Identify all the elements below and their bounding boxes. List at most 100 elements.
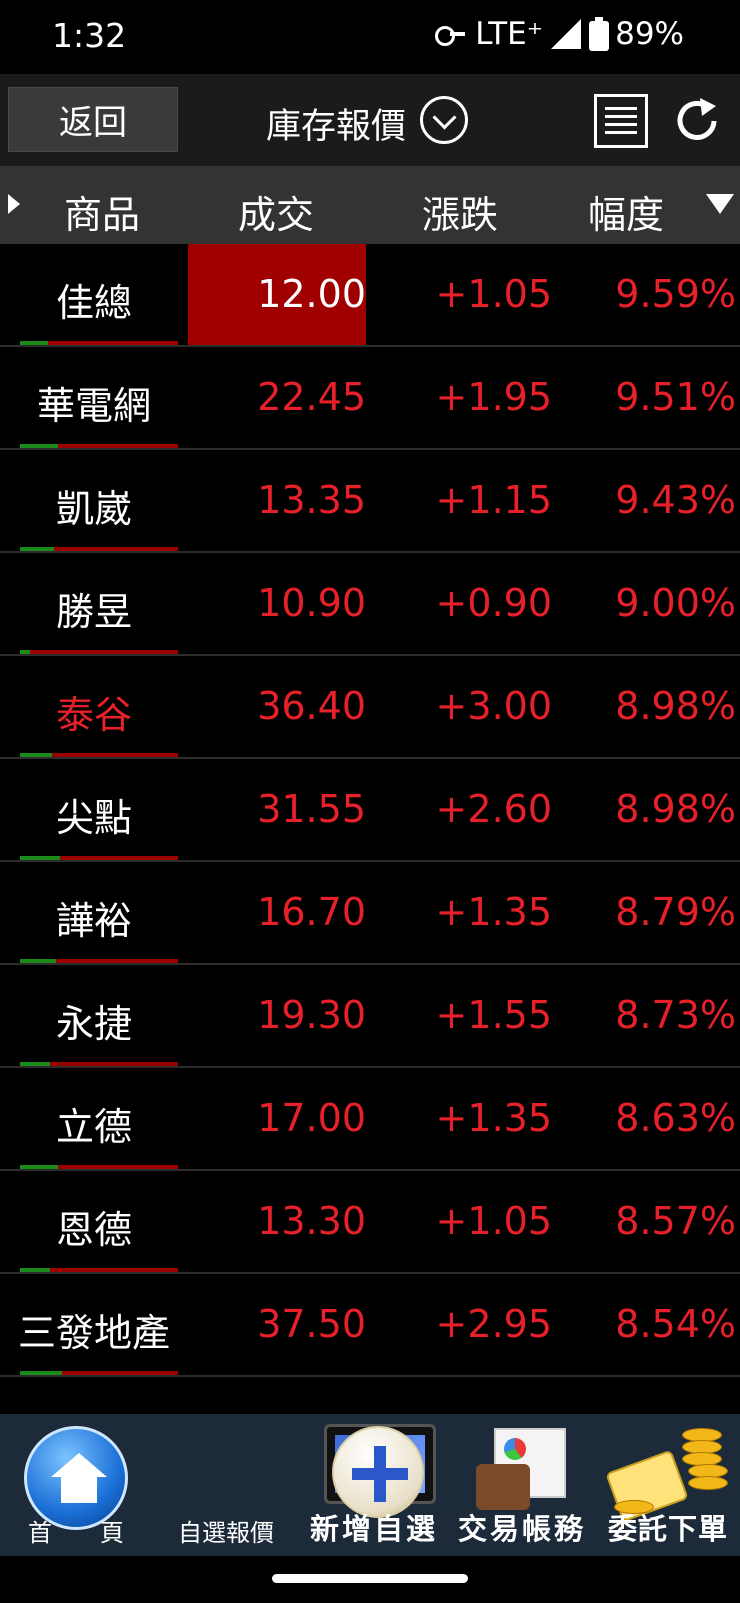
stock-change: +1.35 — [435, 890, 552, 934]
stock-price: 13.35 — [257, 478, 366, 522]
wallet-report-icon — [476, 1424, 572, 1514]
stock-change: +1.35 — [435, 1096, 552, 1140]
volume-ratio-bar — [20, 753, 178, 757]
stock-percent: 8.54% — [615, 1302, 736, 1346]
page-title[interactable]: 庫存報價 — [266, 98, 406, 149]
refresh-icon[interactable] — [670, 94, 724, 148]
stock-price: 10.90 — [257, 581, 366, 625]
stock-percent: 9.43% — [615, 478, 736, 522]
table-row[interactable]: 泰谷 36.40 +3.00 8.98% — [0, 656, 740, 759]
nav-home-label: 首 頁 — [28, 1519, 124, 1547]
volume-ratio-bar — [20, 1371, 178, 1375]
table-row[interactable]: 永捷 19.30 +1.55 8.73% — [0, 965, 740, 1068]
sort-down-icon[interactable] — [706, 194, 734, 214]
plus-icon — [332, 1426, 424, 1518]
stock-percent: 8.79% — [615, 890, 736, 934]
volume-ratio-bar — [20, 856, 178, 860]
stock-change: +1.55 — [435, 993, 552, 1037]
stock-price: 36.40 — [257, 684, 366, 728]
nav-watchlist[interactable]: 自選報價 — [152, 1414, 436, 1556]
column-name[interactable]: 商品 — [64, 184, 140, 239]
back-button[interactable]: 返回 — [8, 87, 178, 152]
vpn-key-icon — [435, 24, 466, 46]
stock-name: 佳總 — [55, 281, 132, 325]
battery-level: 89% — [615, 16, 684, 52]
stock-change: +2.60 — [435, 787, 552, 831]
stock-name: 華電網 — [36, 384, 151, 428]
status-icons: LTE⁺ 89% — [435, 16, 684, 52]
stock-percent: 8.73% — [615, 993, 736, 1037]
volume-ratio-bar — [20, 547, 178, 551]
stock-percent: 9.51% — [615, 375, 736, 419]
volume-ratio-bar — [20, 1062, 178, 1066]
stock-name: 泰谷 — [55, 693, 132, 737]
list-icon[interactable] — [594, 94, 648, 148]
stock-change: +1.15 — [435, 478, 552, 522]
stock-change: +1.95 — [435, 375, 552, 419]
stock-change: +1.05 — [435, 1199, 552, 1243]
nav-add-watch[interactable]: 新增自選 — [300, 1414, 448, 1556]
stock-name: 勝昱 — [55, 590, 132, 634]
column-change[interactable]: 漲跌 — [422, 184, 498, 239]
stock-change: +1.05 — [435, 272, 552, 316]
quote-list[interactable]: 佳總 12.00 +1.05 9.59% 華電網 22.45 +1.95 9.51% 凱崴 13.… — [0, 244, 740, 1414]
stock-percent: 9.00% — [615, 581, 736, 625]
stock-name: 永捷 — [55, 1002, 132, 1046]
nav-account-label: 交易帳務 — [457, 1512, 586, 1546]
nav-order[interactable]: 委託下單 — [596, 1414, 740, 1556]
play-arrow-icon[interactable] — [8, 194, 20, 214]
gesture-handle[interactable] — [272, 1574, 468, 1583]
stock-price: 13.30 — [257, 1199, 366, 1243]
nav-watchlist-label: 自選報價 — [178, 1519, 274, 1547]
table-row[interactable]: 譁裕 16.70 +1.35 8.79% — [0, 862, 740, 965]
volume-ratio-bar — [20, 1268, 178, 1272]
nav-order-label: 委託下單 — [607, 1512, 728, 1546]
bottom-nav: 首 頁 自選報價 新增自選 交易帳務 委託下單 — [0, 1414, 740, 1556]
stock-name: 凱崴 — [55, 487, 132, 531]
stock-price: 17.00 — [257, 1096, 366, 1140]
table-row[interactable]: 恩德 13.30 +1.05 8.57% — [0, 1171, 740, 1274]
stock-change: +3.00 — [435, 684, 552, 728]
table-row[interactable]: 尖點 31.55 +2.60 8.98% — [0, 759, 740, 862]
stock-price: 19.30 — [257, 993, 366, 1037]
table-row[interactable]: 佳總 12.00 +1.05 9.59% — [0, 244, 740, 347]
network-type: LTE⁺ — [475, 16, 544, 52]
column-price[interactable]: 成交 — [238, 184, 314, 239]
stock-name: 立德 — [55, 1105, 132, 1149]
stock-change: +0.90 — [435, 581, 552, 625]
stock-name: 恩德 — [55, 1208, 132, 1252]
status-time: 1:32 — [52, 16, 127, 55]
column-header: 商品 成交 漲跌 幅度 — [0, 166, 740, 244]
stock-percent: 8.98% — [615, 787, 736, 831]
nav-account[interactable]: 交易帳務 — [448, 1414, 596, 1556]
battery-icon — [589, 17, 610, 51]
stock-percent: 8.57% — [615, 1199, 736, 1243]
volume-ratio-bar — [20, 341, 178, 345]
stock-percent: 8.98% — [615, 684, 736, 728]
nav-home[interactable]: 首 頁 — [0, 1414, 152, 1556]
volume-ratio-bar — [20, 959, 178, 963]
stock-change: +2.95 — [435, 1302, 552, 1346]
stock-price: 31.55 — [257, 787, 366, 831]
stock-price: 22.45 — [257, 375, 366, 419]
signal-icon — [551, 19, 582, 49]
stock-price: 37.50 — [257, 1302, 366, 1346]
stock-percent: 9.59% — [615, 272, 736, 316]
table-row[interactable]: 凱崴 13.35 +1.15 9.43% — [0, 450, 740, 553]
table-row[interactable]: 華電網 22.45 +1.95 9.51% — [0, 347, 740, 450]
table-row[interactable]: 立德 17.00 +1.35 8.63% — [0, 1068, 740, 1171]
table-row[interactable]: 三發地產 37.50 +2.95 8.54% — [0, 1274, 740, 1377]
stock-price: 12.00 — [188, 244, 366, 345]
nav-add-watch-label: 新增自選 — [309, 1512, 438, 1546]
table-row[interactable]: 勝昱 10.90 +0.90 9.00% — [0, 553, 740, 656]
gesture-bar — [0, 1556, 740, 1603]
stock-percent: 8.63% — [615, 1096, 736, 1140]
volume-ratio-bar — [20, 650, 178, 654]
stock-name: 譁裕 — [55, 899, 132, 943]
stock-name: 尖點 — [55, 796, 132, 840]
stock-price: 16.70 — [257, 890, 366, 934]
title-bar: 返回 庫存報價 — [0, 74, 740, 166]
stock-name: 三發地產 — [17, 1311, 170, 1355]
chevron-down-icon[interactable] — [420, 96, 468, 144]
column-percent[interactable]: 幅度 — [588, 184, 664, 239]
